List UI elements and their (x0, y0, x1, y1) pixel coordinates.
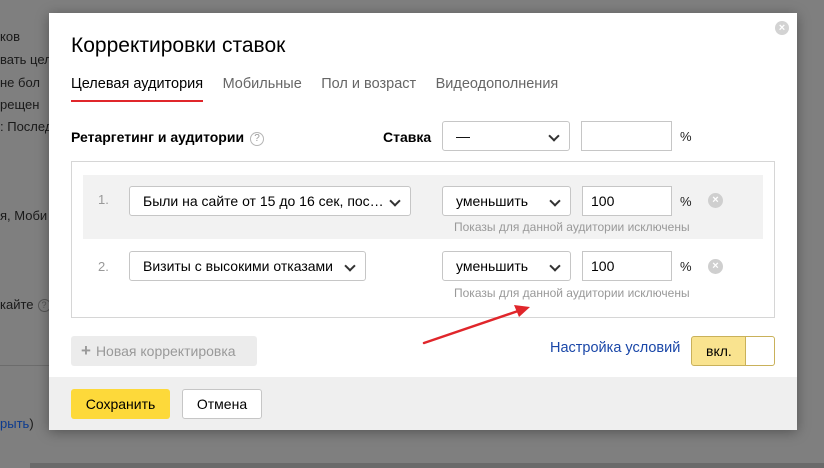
action-select[interactable]: уменьшить (442, 251, 571, 281)
tabs: Целевая аудитория Мобильные Пол и возрас… (71, 75, 573, 105)
row-hint: Показы для данной аудитории исключены (454, 286, 690, 300)
row-number: 1. (98, 192, 109, 207)
cancel-button[interactable]: Отмена (182, 389, 262, 419)
chevron-down-icon (389, 195, 401, 207)
chevron-down-icon (548, 130, 560, 142)
modal-footer: Сохранить Отмена (49, 377, 797, 430)
bid-adjustments-modal: × Корректировки ставок Целевая аудитория… (49, 13, 797, 430)
rate-input[interactable] (581, 121, 672, 151)
retargeting-label: Ретаргетинг и аудитории? (71, 129, 265, 146)
bg-link[interactable]: рыть (0, 416, 29, 431)
enable-toggle[interactable]: вкл. (691, 336, 775, 366)
bg-text-fragment: рещен (0, 97, 40, 112)
percent-label: % (680, 259, 692, 274)
percent-input[interactable]: 100 (582, 251, 672, 281)
percent-label: % (680, 129, 692, 144)
toggle-label: вкл. (706, 343, 732, 359)
close-icon[interactable]: × (775, 21, 789, 35)
divider (30, 463, 824, 468)
settings-link[interactable]: Настройка условий (550, 340, 680, 356)
percent-input[interactable]: 100 (582, 186, 672, 216)
remove-icon[interactable]: × (708, 259, 723, 274)
tab-gender-age[interactable]: Пол и возраст (321, 76, 416, 100)
divider (0, 365, 50, 366)
help-icon[interactable]: ? (250, 132, 265, 146)
bg-text-fragment: ков (0, 29, 20, 44)
rate-select[interactable]: — (442, 121, 570, 151)
save-button[interactable]: Сохранить (71, 389, 170, 419)
chevron-down-icon (344, 260, 356, 272)
bg-link-fragment: рыть) (0, 416, 34, 431)
bg-text-fragment: кайте? (0, 297, 51, 312)
chevron-down-icon (549, 260, 561, 272)
tab-target-audience[interactable]: Целевая аудитория (71, 76, 204, 102)
tab-mobile[interactable]: Мобильные (223, 76, 302, 100)
audience-select[interactable]: Визиты с высокими отказами (129, 251, 366, 281)
percent-label: % (680, 194, 692, 209)
new-adjustment-button[interactable]: + Новая корректировка (71, 336, 257, 366)
audience-select[interactable]: Были на сайте от 15 до 16 сек, пос… (129, 186, 411, 216)
action-select[interactable]: уменьшить (442, 186, 571, 216)
remove-icon[interactable]: × (708, 193, 723, 208)
bg-text-fragment: : Послед (0, 119, 53, 134)
chevron-down-icon (549, 195, 561, 207)
bg-text-fragment: не бол (0, 75, 40, 90)
tab-video-extensions[interactable]: Видеодополнения (436, 76, 559, 100)
plus-icon: + (81, 341, 91, 360)
rate-label: Ставка (383, 129, 432, 145)
bg-text-fragment: вать цел (0, 52, 52, 67)
adjustments-list: 1. Были на сайте от 15 до 16 сек, пос… у… (71, 161, 775, 318)
toggle-knob (745, 337, 774, 365)
modal-title: Корректировки ставок (71, 34, 286, 57)
bg-text-fragment: я, Моби (0, 208, 48, 223)
row-hint: Показы для данной аудитории исключены (454, 220, 690, 234)
row-number: 2. (98, 259, 109, 274)
